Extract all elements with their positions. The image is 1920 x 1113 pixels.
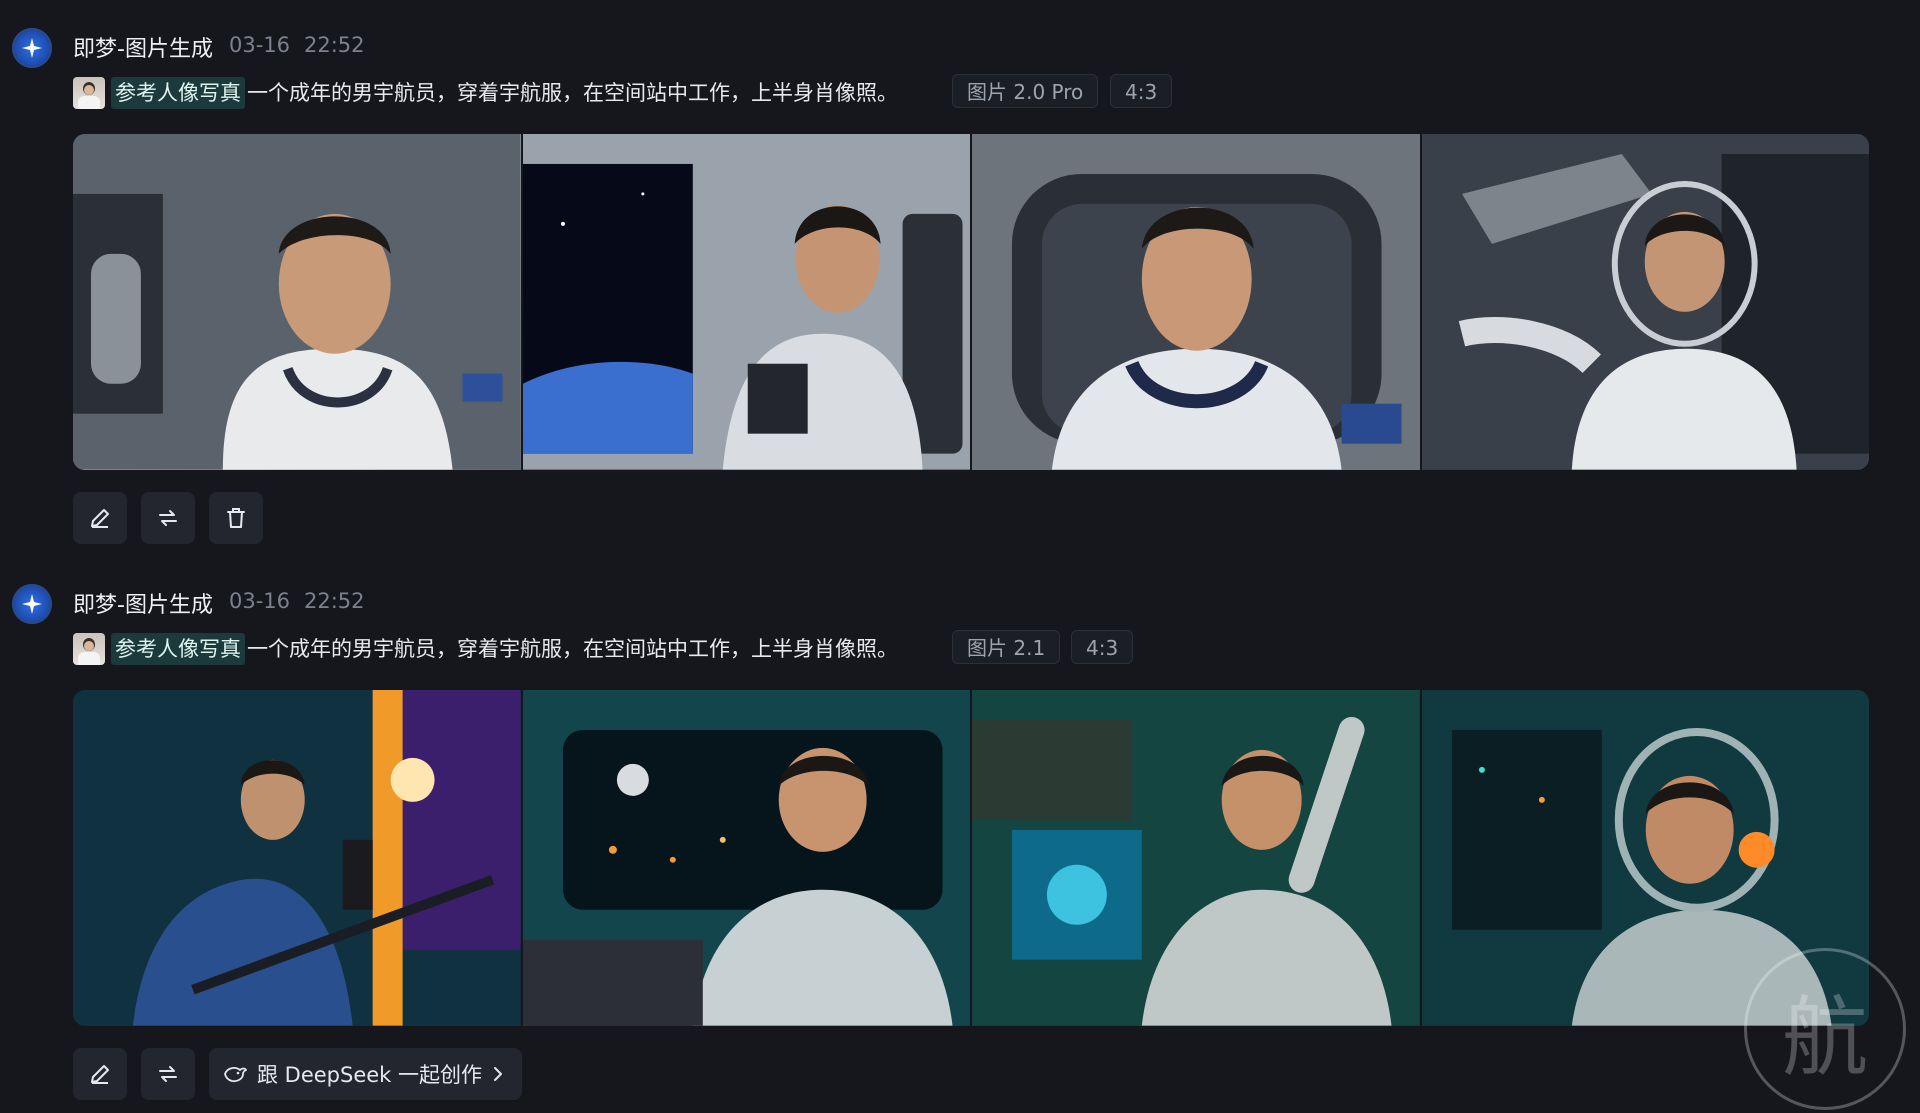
ratio-tag: 4:3 [1110, 74, 1173, 108]
edit-icon [91, 1065, 109, 1084]
prompt-row: 参考人像写真 一个成年的男宇航员，穿着宇航服，在空间站中工作，上半身肖像照。 [73, 632, 898, 666]
post-date: 03-16 [229, 589, 291, 613]
chevron-right-icon [494, 1067, 503, 1081]
post-1: 即梦-图片生成 03-16 22:52 参考人像写真 一个成年的男宇航员，穿着宇… [0, 0, 1920, 560]
deepseek-create-label: 跟 DeepSeek 一起创作 [257, 1063, 483, 1087]
edit-icon [91, 509, 109, 528]
regenerate-icon [159, 1066, 177, 1082]
post-actions [73, 492, 263, 544]
generated-image[interactable] [972, 134, 1420, 470]
watermark-logo: 航 [1744, 948, 1906, 1110]
generated-image[interactable] [522, 690, 970, 1026]
delete-button[interactable] [209, 492, 263, 544]
post-actions: 跟 DeepSeek 一起创作 [73, 1048, 523, 1100]
post-2: 即梦-图片生成 03-16 22:52 参考人像写真 一个成年的男宇航员，穿着宇… [0, 556, 1920, 1113]
post-time: 22:52 [304, 589, 365, 613]
model-tag: 图片 2.0 Pro [952, 74, 1099, 108]
reference-portrait-thumbnail[interactable] [73, 633, 105, 665]
image-grid [73, 134, 1869, 470]
post-header [12, 28, 52, 68]
regenerate-button[interactable] [141, 1048, 195, 1100]
generated-image[interactable] [522, 134, 970, 470]
prompt-text: 一个成年的男宇航员，穿着宇航服，在空间站中工作，上半身肖像照。 [247, 637, 898, 661]
deepseek-create-button[interactable]: 跟 DeepSeek 一起创作 [209, 1048, 523, 1100]
ratio-tag: 4:3 [1071, 630, 1134, 664]
reference-portrait-thumbnail[interactable] [73, 77, 105, 109]
post-date: 03-16 [229, 33, 291, 57]
deepseek-whale-icon [224, 1067, 247, 1083]
model-tag: 图片 2.1 [952, 630, 1061, 664]
edit-button[interactable] [73, 1048, 127, 1100]
prompt-text: 一个成年的男宇航员，穿着宇航服，在空间站中工作，上半身肖像照。 [247, 81, 898, 105]
reference-label[interactable]: 参考人像写真 [111, 633, 245, 665]
regenerate-icon [159, 510, 177, 526]
generated-image[interactable] [972, 690, 1420, 1026]
prompt-row: 参考人像写真 一个成年的男宇航员，穿着宇航服，在空间站中工作，上半身肖像照。 [73, 76, 898, 110]
delete-icon [227, 508, 245, 528]
image-grid [73, 690, 1869, 1026]
reference-label[interactable]: 参考人像写真 [111, 77, 245, 109]
edit-button[interactable] [73, 492, 127, 544]
regenerate-button[interactable] [141, 492, 195, 544]
author-name: 即梦-图片生成 [73, 593, 213, 618]
author-name: 即梦-图片生成 [73, 37, 213, 62]
jimeng-logo-icon [12, 28, 52, 68]
jimeng-logo-icon [12, 584, 52, 624]
generated-image[interactable] [1421, 134, 1869, 470]
generated-image[interactable] [73, 690, 521, 1026]
post-time: 22:52 [304, 33, 365, 57]
generated-image[interactable] [73, 134, 521, 470]
post-header [12, 584, 52, 624]
